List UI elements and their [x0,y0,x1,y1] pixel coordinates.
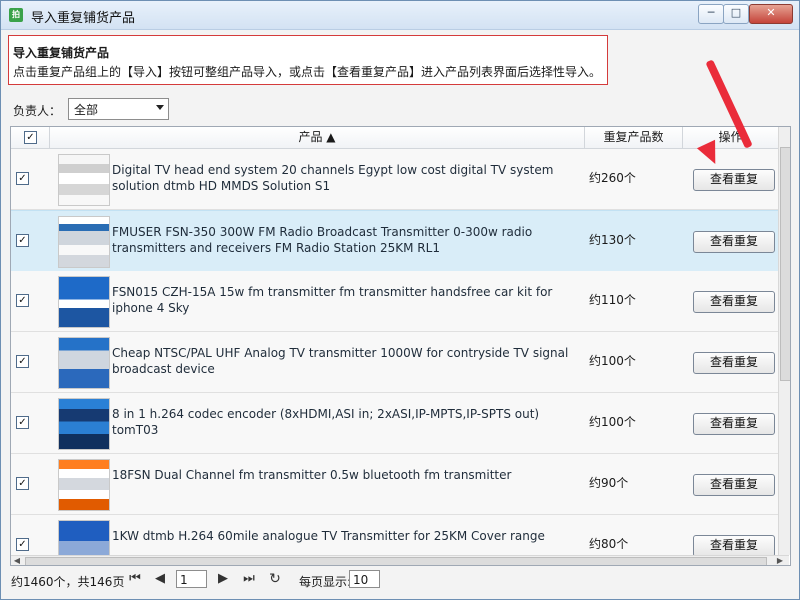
pager-summary: 约1460个，共146页 [11,575,125,589]
duplicate-count-column-header[interactable]: 重复产品数 [585,127,683,148]
vertical-scroll-thumb[interactable] [780,147,790,381]
duplicate-count: 约260个 [589,171,636,185]
per-page-label: 每页显示: [299,575,352,589]
duplicate-count: 约130个 [589,233,636,247]
owner-dropdown[interactable]: 全部 [68,98,169,120]
instruction-title: 导入重复铺货产品 [13,46,110,60]
row-checkbox[interactable]: ✓ [16,234,29,247]
scroll-right-icon[interactable]: ▶ [776,557,784,565]
product-thumbnail [58,337,110,389]
view-duplicates-button[interactable]: 查看重复 [693,535,775,557]
owner-label: 负责人： [13,104,62,118]
vertical-scrollbar[interactable] [778,127,790,555]
row-checkbox[interactable]: ✓ [16,538,29,551]
page-number-input[interactable]: 1 [176,570,207,588]
product-thumbnail [58,398,110,450]
window-title: 导入重复铺货产品 [31,11,136,26]
duplicate-count: 约100个 [589,354,636,368]
row-checkbox[interactable]: ✓ [16,477,29,490]
maximize-button[interactable]: □ [723,4,749,24]
product-name: FSN015 CZH-15A 15w fm transmitter fm tra… [112,285,553,315]
duplicate-count: 约80个 [589,537,629,551]
product-thumbnail [58,459,110,511]
last-page-icon[interactable]: ⏭ [242,572,256,586]
product-name: Digital TV head end system 20 channels E… [112,163,554,193]
row-checkbox[interactable]: ✓ [16,294,29,307]
product-thumbnail [58,216,110,268]
view-duplicates-button[interactable]: 查看重复 [693,413,775,435]
instruction-box: 导入重复铺货产品 点击重复产品组上的【导入】按钮可整组产品导入，或点击【查看重复… [8,35,608,85]
owner-value: 全部 [74,103,99,117]
app-icon: 拍 [9,8,23,22]
select-all-checkbox[interactable]: ✓ [24,131,37,144]
select-all-column: ✓ [11,127,50,148]
table-row[interactable]: ✓ Digital TV head end system 20 channels… [11,149,778,210]
product-name: 1KW dtmb H.264 60mile analogue TV Transm… [112,529,545,543]
product-name: 8 in 1 h.264 codec encoder (8xHDMI,ASI i… [112,407,540,437]
first-page-icon[interactable]: ⏮ [128,572,142,586]
duplicate-count: 约100个 [589,415,636,429]
title-bar: 拍 导入重复铺货产品 ─ □ ✕ [1,1,799,30]
action-column-header: 操作 [718,130,743,144]
scroll-left-icon[interactable]: ◀ [13,557,21,565]
row-checkbox[interactable]: ✓ [16,416,29,429]
table-row[interactable]: ✓ FMUSER FSN-350 300W FM Radio Broadcast… [11,210,778,272]
duplicate-products-table: ✓ 产品 ▲ 重复产品数 操作 ✓ Digital TV head end sy… [10,126,791,566]
table-row[interactable]: ✓ 18FSN Dual Channel fm transmitter 0.5w… [11,454,778,515]
pager-bar: 约1460个，共146页 ⏮ ◀ 1 ▶ ⏭ ↻ 每页显示: 10 [1,567,799,599]
minimize-button[interactable]: ─ [698,4,724,24]
table-row[interactable]: ✓ 8 in 1 h.264 codec encoder (8xHDMI,ASI… [11,393,778,454]
product-thumbnail [58,276,110,328]
product-name: Cheap NTSC/PAL UHF Analog TV transmitter… [112,346,569,376]
per-page-input[interactable]: 10 [349,570,380,588]
dropdown-arrow-icon [156,105,164,110]
instruction-text: 点击重复产品组上的【导入】按钮可整组产品导入，或点击【查看重复产品】进入产品列表… [13,65,602,79]
duplicate-count: 约110个 [589,293,636,307]
horizontal-scroll-thumb[interactable] [25,557,767,565]
product-name: FMUSER FSN-350 300W FM Radio Broadcast T… [112,225,533,255]
view-duplicates-button[interactable]: 查看重复 [693,169,775,191]
product-name: 18FSN Dual Channel fm transmitter 0.5w b… [112,468,512,482]
table-header: ✓ 产品 ▲ 重复产品数 操作 [11,127,778,149]
close-button[interactable]: ✕ [749,4,793,24]
view-duplicates-button[interactable]: 查看重复 [693,231,775,253]
next-page-icon[interactable]: ▶ [216,572,230,586]
view-duplicates-button[interactable]: 查看重复 [693,474,775,496]
view-duplicates-button[interactable]: 查看重复 [693,352,775,374]
table-row[interactable]: ✓ Cheap NTSC/PAL UHF Analog TV transmitt… [11,332,778,393]
table-row[interactable]: ✓ FSN015 CZH-15A 15w fm transmitter fm t… [11,271,778,332]
row-checkbox[interactable]: ✓ [16,355,29,368]
import-duplicate-products-window: 拍 导入重复铺货产品 ─ □ ✕ 导入重复铺货产品 点击重复产品组上的【导入】按… [0,0,800,600]
product-column-header[interactable]: 产品 ▲ [50,127,585,148]
refresh-icon[interactable]: ↻ [268,572,282,586]
previous-page-icon[interactable]: ◀ [153,572,167,586]
row-checkbox[interactable]: ✓ [16,172,29,185]
view-duplicates-button[interactable]: 查看重复 [693,291,775,313]
horizontal-scrollbar[interactable]: ◀ ▶ [11,555,789,565]
duplicate-count: 约90个 [589,476,629,490]
product-thumbnail [58,154,110,206]
